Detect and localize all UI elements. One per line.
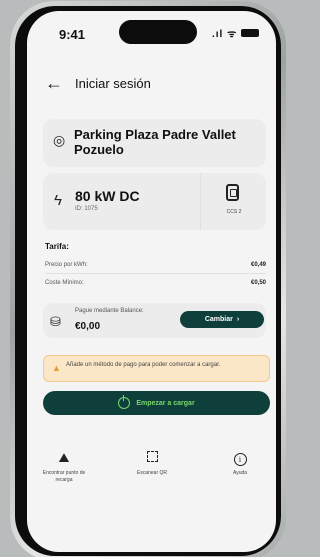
cambiar-label: Cambiar <box>204 316 233 323</box>
status-time: 9:41 <box>59 27 86 42</box>
tarifa-label: Precio por kWh: <box>45 262 88 268</box>
nav-item-help[interactable]: i Ayuda <box>212 450 268 477</box>
bolt-icon: ϟ <box>54 192 62 209</box>
nav-label: Ayuda <box>232 470 248 476</box>
page-header: ← Iniciar sesión <box>45 73 151 94</box>
signal-wifi-icon: .ıl ᯤ <box>212 29 238 40</box>
payment-alert: ▲ Añade un método de pago para poder com… <box>43 355 270 382</box>
divider <box>45 273 266 274</box>
tarifa-row: Coste Mínimo: €0,50 <box>45 280 266 286</box>
map-icon: ⛰ <box>58 450 70 465</box>
chevron-right-icon: › <box>236 316 240 323</box>
location-name: Parking Plaza Padre Vallet Pozuelo <box>74 127 236 157</box>
charger-id: ID: 1075 <box>75 206 98 212</box>
page-title: Iniciar sesión <box>75 76 151 91</box>
start-charging-button[interactable]: Empezar a cargar <box>43 391 270 415</box>
tarifa-label: Coste Mínimo: <box>45 280 84 286</box>
nav-item-scan[interactable]: Escanear QR <box>124 450 180 477</box>
alert-text: Añade un método de pago para poder comen… <box>66 362 221 368</box>
tarifa-row: Precio por kWh: €0,49 <box>45 262 266 268</box>
connector-box: CCS 2 <box>200 173 266 230</box>
balance-amount: €0,00 <box>75 321 101 332</box>
info-icon: i <box>212 450 268 466</box>
power-icon <box>118 395 131 409</box>
qr-code-icon <box>124 450 180 466</box>
nav-item-find[interactable]: ⛰ Encontrar punto de recarga <box>36 450 92 484</box>
location-card: ◎ Parking Plaza Padre Vallet Pozuelo <box>43 119 266 167</box>
cambiar-button[interactable]: Cambiar › <box>180 311 264 328</box>
tarifa-value: €0,50 <box>250 280 266 286</box>
plug-icon <box>226 184 239 201</box>
nav-label: Encontrar punto de recarga <box>42 470 86 483</box>
charger-power: 80 kW DC <box>75 188 140 204</box>
dynamic-island <box>119 20 197 44</box>
status-icons: .ıl ᯤ <box>212 26 260 40</box>
location-pin-icon: ◎ <box>53 132 66 148</box>
tarifa-title: Tarifa: <box>45 242 69 251</box>
nav-label: Escanear QR <box>136 470 167 476</box>
start-charging-label: Empezar a cargar <box>136 399 195 407</box>
coins-icon: ⛁ <box>50 314 61 329</box>
arrow-left-icon[interactable]: ← <box>45 73 63 94</box>
warning-icon: ▲ <box>52 363 61 373</box>
battery-icon <box>241 29 260 37</box>
balance-label: Pague mediante Balance: <box>75 308 144 314</box>
tarifa-value: €0,49 <box>250 262 266 268</box>
bottom-nav: ⛰ Encontrar punto de recarga Escanear QR… <box>27 450 276 500</box>
charger-card: ϟ 80 kW DC ID: 1075 CCS 2 <box>43 173 266 230</box>
balance-card: ⛁ Pague mediante Balance: €0,00 Cambiar … <box>43 303 266 338</box>
connector-label: CCS 2 <box>226 209 242 215</box>
